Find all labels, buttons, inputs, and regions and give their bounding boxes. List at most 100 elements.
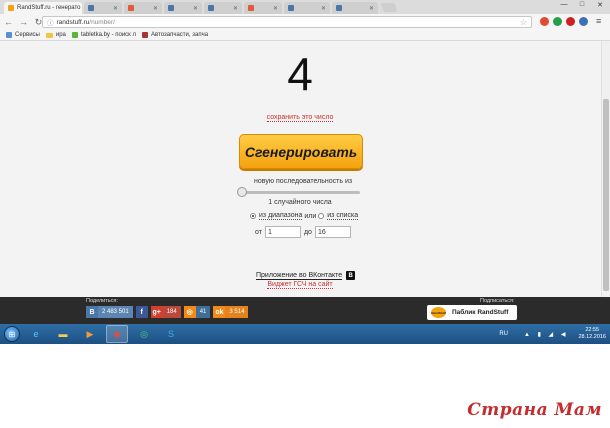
count-slider-track[interactable] [240,191,360,194]
tab-7[interactable]: ✕ [284,2,330,14]
tab-strip: RandStuff.ru - генерато ✕ ✕ ✕ ✕ ✕ ✕ ✕ ✕ … [0,0,610,14]
tab-close-icon[interactable]: ✕ [81,5,82,12]
new-tab-button[interactable] [380,3,398,12]
tab-randstuff[interactable]: RandStuff.ru - генерато ✕ [4,2,82,14]
page-scrollbar[interactable] [601,41,610,297]
scrollbar-thumb[interactable] [603,99,609,291]
save-number-link[interactable]: сохранить это число [266,114,334,122]
tab-close-icon[interactable]: ✕ [151,5,158,12]
watermark-logo: Страна Мам [467,400,602,420]
bookmark-star-icon[interactable]: ☆ [520,18,527,27]
url-path: /number/ [89,18,115,26]
generate-button[interactable]: Сгенерировать [239,134,363,169]
address-bar[interactable]: ⓘ randstuff.ru/number/ ☆ [42,16,532,28]
close-window-button[interactable]: ✕ [594,1,606,9]
extension-icon[interactable] [540,17,549,26]
bookmark-tabletka[interactable]: tabletka.by - поиск л [71,32,136,38]
subscribe-button-label: Паблик RandStuff [452,309,509,316]
tab-close-icon[interactable]: ✕ [191,5,198,12]
bookmarks-bar: Сервисы ира tabletka.by - поиск л Автоза… [0,30,610,41]
to-input[interactable]: 16 [314,226,351,238]
widget-link[interactable]: Виджет ГСЧ на сайт [267,281,333,289]
list-mode-label[interactable]: из списка [327,212,359,220]
share-ok-circle-button[interactable]: ◎ 41 [183,306,211,318]
tab-close-icon[interactable]: ✕ [319,5,326,12]
tab-4[interactable]: ✕ [164,2,202,14]
tab-favicon-icon [208,5,214,11]
page-info-icon[interactable]: ⓘ [47,17,54,27]
tab-favicon-icon [248,5,254,11]
share-odnoklassniki-button[interactable]: ok 3 514 [213,306,249,318]
share-vk-button[interactable]: В 2 483 501 [86,306,133,318]
clock-time: 22:55 [585,327,600,333]
mode-or-label: или [304,212,317,220]
app-icon[interactable]: ◎ [133,325,155,343]
site-footer: Поделиться: Подписаться: В 2 483 501 f g… [0,297,610,324]
to-label: до [303,228,312,236]
file-explorer-icon[interactable]: ▬ [52,325,74,343]
google-plus-icon: g+ [150,306,163,318]
count-slider-handle[interactable] [237,187,247,197]
tab-6[interactable]: ✕ [244,2,282,14]
mode-selector: из диапазона или из списка [250,212,359,220]
tab-3[interactable]: ✕ [124,2,162,14]
share-label: Поделиться: [86,298,118,304]
tab-close-icon[interactable]: ✕ [111,5,118,12]
count-label: 1 случайного числа [268,199,332,206]
share-count: 2 483 501 [98,306,133,318]
chrome-icon[interactable]: ◉ [106,325,128,343]
odnoklassniki-icon: ok [213,306,226,318]
from-input[interactable]: 1 [264,226,301,238]
maximize-button[interactable]: □ [576,1,588,9]
tab-favicon-icon [288,5,294,11]
internet-explorer-icon[interactable]: e [25,325,47,343]
extension-icon[interactable] [553,17,562,26]
share-google-plus-button[interactable]: g+ 184 [150,306,181,318]
facebook-icon: f [135,306,148,318]
randstuff-logo-icon: RandStuff [431,307,446,318]
list-mode-radio[interactable] [318,213,325,219]
share-count: 184 [162,306,181,318]
bookmark-autoparts[interactable]: Автозапчасти, запча [141,32,209,38]
widget-link-wrap: Виджет ГСЧ на сайт [0,281,600,289]
vk-app-link[interactable]: Приложение во ВКонтакте [256,272,343,280]
bookmark-folder-ira[interactable]: ира [45,32,66,38]
bookmark-services[interactable]: Сервисы [6,32,40,38]
back-arrow-icon[interactable]: ← [2,16,15,29]
adblock-icon[interactable] [566,17,575,26]
forward-arrow-icon[interactable]: → [17,16,30,29]
subscribe-label: Подписаться: [480,298,515,304]
generated-number: 4 [287,48,313,100]
subscribe-button[interactable]: RandStuff Паблик RandStuff [427,305,517,320]
range-inputs: от 1 до 16 [255,226,351,238]
vk-logo-icon[interactable]: В [346,271,356,280]
tab-8[interactable]: ✕ [332,2,378,14]
bookmark-label: tabletka.by - поиск л [80,32,136,38]
language-indicator[interactable]: RU [499,331,508,337]
extension-icon[interactable] [579,17,588,26]
tab-close-icon[interactable]: ✕ [231,5,238,12]
tab-close-icon[interactable]: ✕ [271,5,278,12]
tab-title: RandStuff.ru - генерато [17,5,81,11]
bookmark-label: Автозапчасти, запча [150,32,209,38]
start-button-icon[interactable]: ⊞ [4,326,20,342]
clock[interactable]: 22:55 28.12.2016 [578,327,606,341]
menu-icon[interactable]: ≡ [596,16,601,26]
share-facebook-button[interactable]: f [135,306,148,318]
tab-2[interactable]: ✕ [84,2,122,14]
tray-icons[interactable]: ▲ ▮ ◢ ◀ [524,331,568,338]
skype-icon[interactable]: S [160,325,182,343]
tab-close-icon[interactable]: ✕ [367,5,374,12]
from-label: от [255,228,262,236]
media-player-icon[interactable]: ▶ [79,325,101,343]
range-mode-label[interactable]: из диапазона [259,212,303,220]
vk-icon: В [86,306,98,318]
range-mode-radio[interactable] [250,213,256,219]
bookmark-label: Сервисы [15,32,40,38]
system-tray: RU ▲ ▮ ◢ ◀ 22:55 28.12.2016 [499,324,606,344]
tab-favicon-icon [128,5,134,11]
autoparts-icon [141,32,148,38]
tab-5[interactable]: ✕ [204,2,242,14]
minimize-button[interactable]: — [558,1,570,9]
share-buttons: В 2 483 501 f g+ 184 ◎ 41 ok 3 514 [86,306,249,318]
